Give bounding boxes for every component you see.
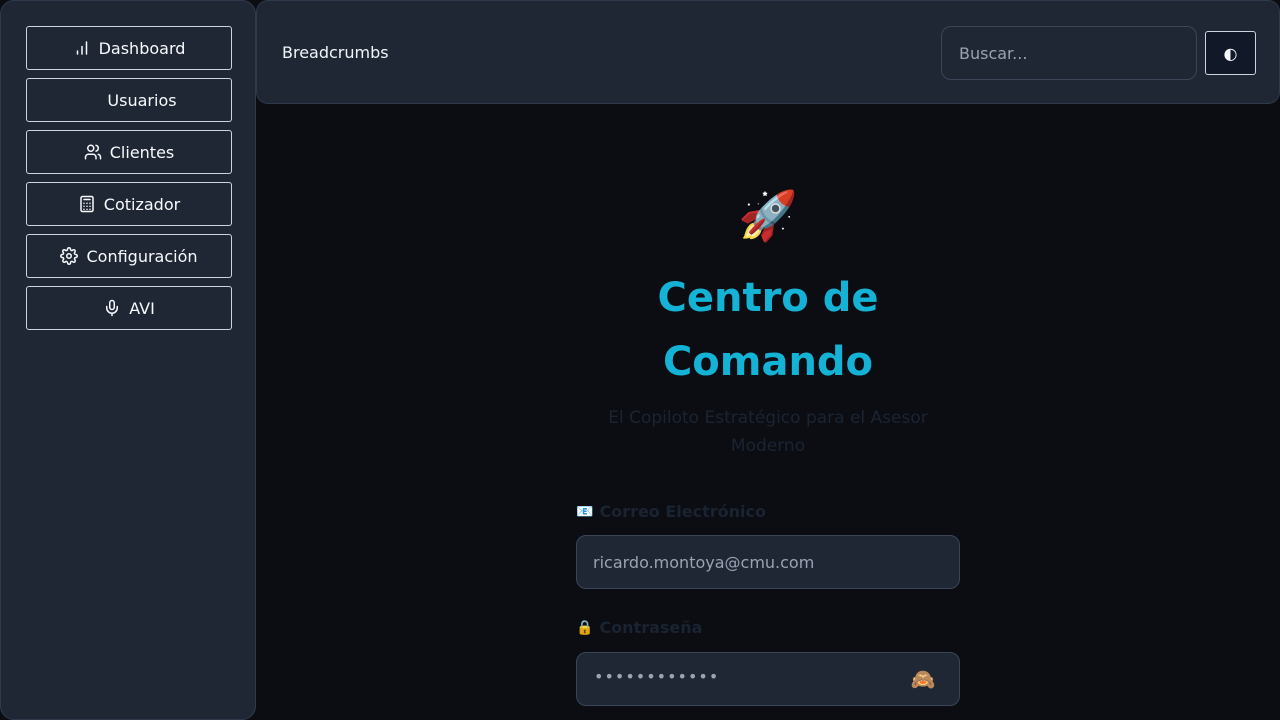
sidebar-item-label: AVI (129, 298, 155, 318)
sidebar-item-dashboard[interactable]: Dashboard (26, 26, 232, 70)
sidebar-item-label: Usuarios (107, 90, 177, 110)
sidebar-item-cotizador[interactable]: Cotizador (26, 182, 232, 226)
users-placeholder-icon (81, 91, 99, 109)
calculator-icon (78, 195, 96, 213)
page-title: Centro de Comando (256, 266, 1280, 394)
password-label-text: Contraseña (599, 618, 703, 637)
page-subtitle: El Copiloto Estratégico para el Asesor M… (596, 404, 940, 460)
breadcrumb[interactable]: Breadcrumbs (282, 43, 389, 62)
password-label: 🔒 Contraseña (576, 618, 702, 637)
lock-icon: 🔒 (576, 619, 594, 636)
half-circle-icon: ◐ (1223, 43, 1238, 63)
sidebar-item-usuarios[interactable]: Usuarios (26, 78, 232, 122)
microphone-icon (103, 299, 121, 317)
email-label-text: Correo Electrónico (599, 502, 766, 521)
title-line-2: Comando (662, 339, 874, 385)
sidebar-item-label: Cotizador (103, 194, 181, 214)
sidebar-item-label: Dashboard (98, 38, 186, 58)
login-panel: 🚀 Centro de Comando El Copiloto Estratég… (256, 104, 1280, 720)
envelope-icon: 📧 (576, 503, 594, 520)
email-label: 📧 Correo Electrónico (576, 502, 766, 521)
theme-toggle-button[interactable]: ◐ (1205, 31, 1256, 75)
sidebar: Dashboard Usuarios Clientes Cotizador Co… (0, 0, 256, 720)
sidebar-item-label: Clientes (109, 142, 175, 162)
bar-chart-icon (73, 39, 91, 57)
email-field[interactable] (576, 535, 960, 589)
search-input[interactable] (941, 26, 1197, 80)
title-line-1: Centro de (657, 275, 879, 321)
subtitle-line-2: Moderno (730, 436, 806, 456)
toggle-password-visibility-button[interactable]: 🙈 (908, 666, 938, 692)
subtitle-line-1: El Copiloto Estratégico para el Asesor (608, 408, 928, 428)
sidebar-item-configuracion[interactable]: Configuración (26, 234, 232, 278)
sidebar-item-label: Configuración (86, 246, 198, 266)
sidebar-item-avi[interactable]: AVI (26, 286, 232, 330)
password-masked-value: •••••••••••• (594, 667, 720, 686)
top-header: Breadcrumbs ◐ (256, 0, 1280, 104)
sidebar-item-clientes[interactable]: Clientes (26, 130, 232, 174)
monkey-hide-icon: 🙈 (910, 667, 936, 691)
users-icon (84, 143, 102, 161)
rocket-icon: 🚀 (738, 188, 798, 244)
gear-icon (60, 247, 79, 265)
